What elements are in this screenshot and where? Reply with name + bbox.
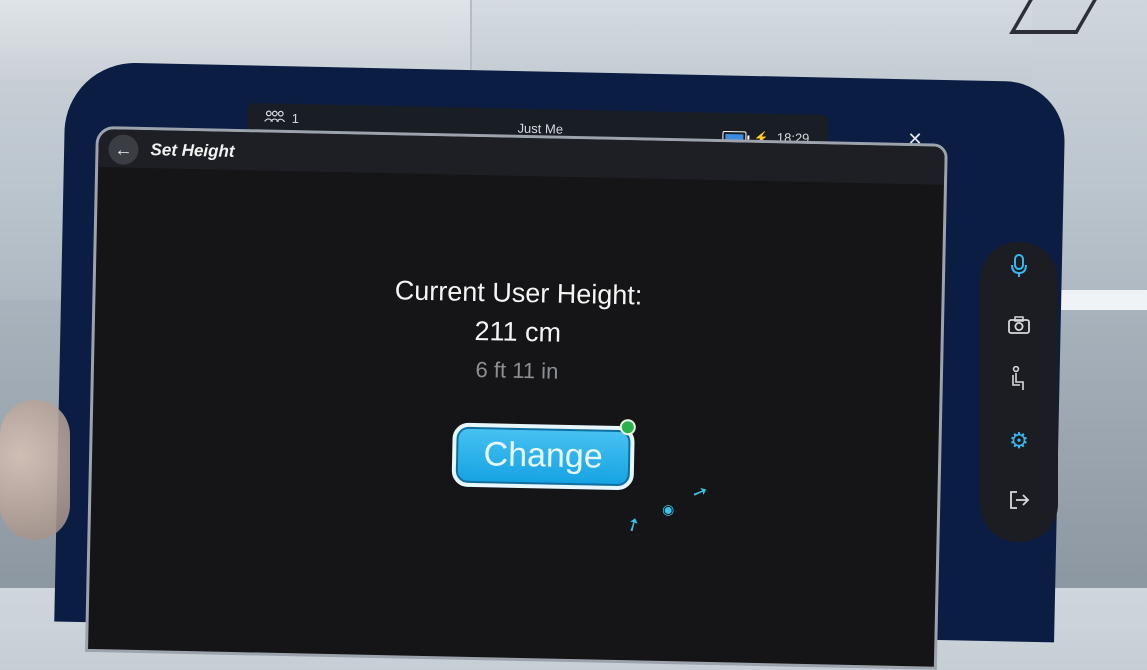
cursor-arrow-icon: ➚ — [689, 479, 711, 504]
height-cm-value: 211 cm — [474, 315, 562, 348]
cursor-arrow-icon: ➚ — [621, 512, 645, 537]
page-title: Set Height — [150, 140, 235, 161]
exit-button[interactable] — [1002, 486, 1036, 520]
settings-button[interactable]: ⚙ — [1002, 424, 1036, 458]
gear-icon: ⚙ — [1009, 428, 1029, 453]
height-imperial-value: 6 ft 11 in — [475, 357, 559, 384]
height-info: Current User Height: 211 cm 6 ft 11 in — [94, 269, 942, 393]
user-count-value: 1 — [291, 110, 300, 127]
cursor-center-icon: ◉ — [661, 500, 675, 518]
exit-icon — [1008, 490, 1030, 515]
microphone-button[interactable] — [1002, 254, 1036, 288]
users-icon — [264, 109, 286, 126]
microphone-icon — [1010, 254, 1028, 283]
back-button[interactable]: ← — [108, 134, 139, 165]
change-button[interactable]: Change — [451, 422, 635, 491]
seated-person-icon — [1010, 365, 1028, 397]
user-hand — [0, 400, 70, 540]
room-light-strip — [1050, 290, 1147, 310]
camera-icon — [1008, 314, 1030, 339]
user-count: 1 — [264, 109, 300, 127]
controller-pointer-dot — [619, 419, 636, 436]
back-arrow-icon: ← — [114, 139, 133, 160]
set-height-panel: ← Set Height Current User Height: 211 cm… — [84, 126, 948, 670]
side-toolbar: ⚙ — [980, 242, 1058, 542]
camera-button[interactable] — [1002, 310, 1036, 344]
seated-mode-button[interactable] — [1002, 365, 1036, 400]
